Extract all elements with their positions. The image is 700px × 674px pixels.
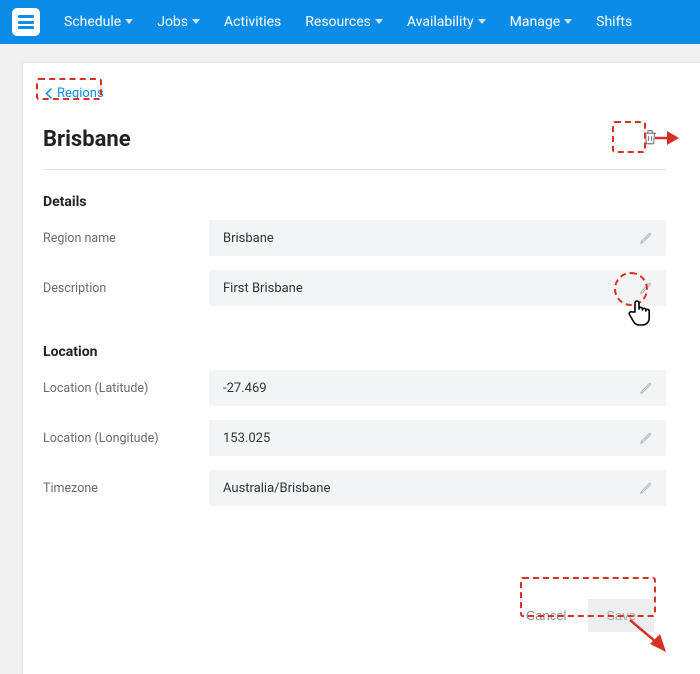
field-input-region-name[interactable]: Brisbane [209, 220, 666, 256]
field-label: Region name [43, 231, 209, 246]
nav-jobs[interactable]: Jobs [147, 0, 210, 44]
caret-down-icon [564, 19, 572, 25]
section-heading-details: Details [43, 194, 666, 210]
pencil-icon[interactable] [636, 228, 656, 248]
page-title: Brisbane [43, 127, 131, 152]
nav-manage[interactable]: Manage [500, 0, 582, 44]
nav-availability[interactable]: Availability [397, 0, 496, 44]
divider [43, 169, 666, 170]
chevron-left-icon [45, 88, 52, 99]
field-label: Description [43, 281, 209, 296]
field-longitude: Location (Longitude) 153.025 [43, 420, 666, 456]
field-value: First Brisbane [223, 281, 303, 296]
nav-label: Schedule [64, 14, 121, 30]
nav-shifts[interactable]: Shifts [586, 0, 642, 44]
cancel-button[interactable]: Cancel [508, 599, 584, 632]
delete-button[interactable] [634, 123, 666, 155]
pencil-icon[interactable] [636, 278, 656, 298]
field-value: -27.469 [223, 381, 267, 396]
field-description: Description First Brisbane [43, 270, 666, 306]
caret-down-icon [375, 19, 383, 25]
caret-down-icon [125, 19, 133, 25]
breadcrumb-regions[interactable]: Regions [43, 84, 106, 103]
nav-label: Availability [407, 14, 474, 30]
nav-schedule[interactable]: Schedule [54, 0, 143, 44]
field-label: Timezone [43, 481, 209, 496]
save-button[interactable]: Save [588, 599, 654, 632]
nav-activities[interactable]: Activities [214, 0, 291, 44]
field-value: 153.025 [223, 431, 270, 446]
nav-label: Shifts [596, 14, 632, 30]
footer-actions: Cancel Save [508, 599, 654, 632]
field-input-timezone[interactable]: Australia/Brisbane [209, 470, 666, 506]
field-input-latitude[interactable]: -27.469 [209, 370, 666, 406]
field-region-name: Region name Brisbane [43, 220, 666, 256]
nav-label: Jobs [157, 14, 188, 30]
pencil-icon[interactable] [636, 428, 656, 448]
field-timezone: Timezone Australia/Brisbane [43, 470, 666, 506]
nav-resources[interactable]: Resources [295, 0, 393, 44]
top-nav: Schedule Jobs Activities Resources Avail… [0, 0, 700, 44]
field-value: Brisbane [223, 231, 274, 246]
field-input-longitude[interactable]: 153.025 [209, 420, 666, 456]
field-label: Location (Latitude) [43, 381, 209, 396]
breadcrumb-label: Regions [57, 86, 104, 101]
nav-label: Manage [510, 14, 560, 30]
app-logo[interactable] [12, 8, 40, 36]
pencil-icon[interactable] [636, 478, 656, 498]
field-value: Australia/Brisbane [223, 481, 330, 496]
section-heading-location: Location [43, 344, 666, 360]
nav-label: Activities [224, 14, 281, 30]
pencil-icon[interactable] [636, 378, 656, 398]
caret-down-icon [478, 19, 486, 25]
trash-icon [641, 128, 659, 150]
field-latitude: Location (Latitude) -27.469 [43, 370, 666, 406]
caret-down-icon [192, 19, 200, 25]
field-label: Location (Longitude) [43, 431, 209, 446]
main-panel: Regions Brisbane Details Region name Bri… [22, 62, 700, 674]
nav-label: Resources [305, 14, 371, 30]
field-input-description[interactable]: First Brisbane [209, 270, 666, 306]
